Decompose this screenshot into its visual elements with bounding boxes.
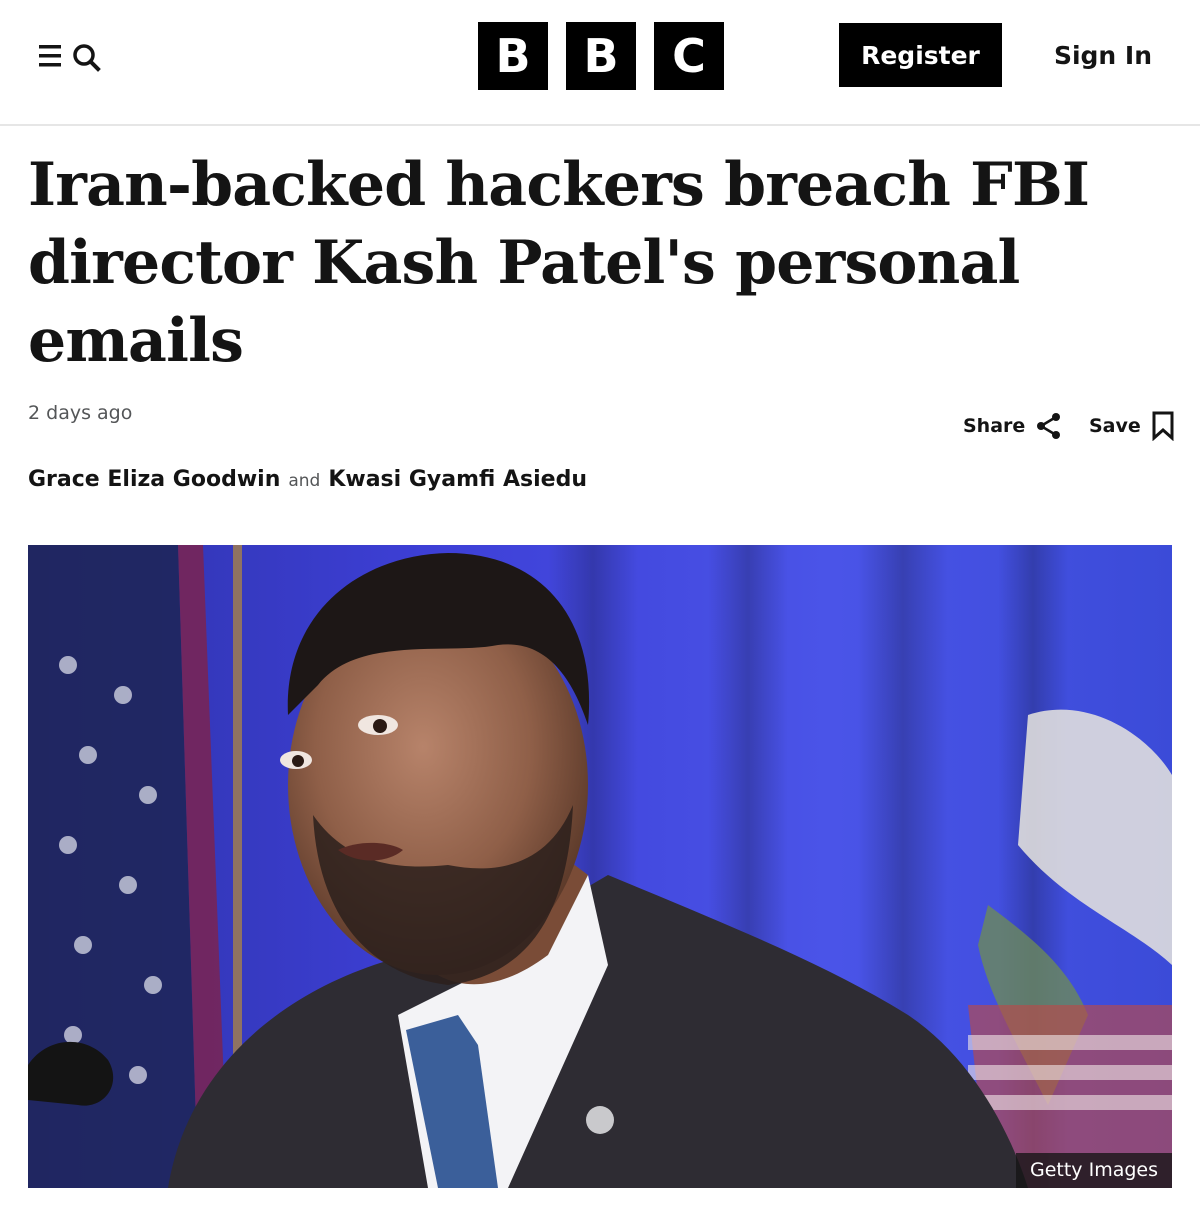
author-name[interactable]: Grace Eliza Goodwin xyxy=(28,467,280,492)
logo-letter: B xyxy=(566,22,636,90)
author-joiner: and xyxy=(288,471,321,491)
article-timestamp: 2 days ago xyxy=(28,402,133,424)
article-photo: Getty Images xyxy=(28,545,1172,1188)
sign-in-link[interactable]: Sign In xyxy=(1040,23,1166,87)
author-name[interactable]: Kwasi Gyamfi Asiedu xyxy=(328,467,587,492)
article-headline: Iran-backed hackers breach FBI director … xyxy=(28,150,1090,376)
photo-illustration xyxy=(28,545,1172,1188)
bookmark-icon xyxy=(1152,411,1174,441)
share-icon xyxy=(1037,413,1061,439)
save-button[interactable]: Save xyxy=(1089,408,1175,444)
share-label: Share xyxy=(963,415,1026,437)
image-credit: Getty Images xyxy=(1016,1153,1172,1188)
logo-letter: C xyxy=(654,22,724,90)
menu-search-icon xyxy=(39,44,101,72)
register-button[interactable]: Register xyxy=(839,23,1002,87)
menu-search-button[interactable] xyxy=(36,38,108,76)
logo-letter: B xyxy=(478,22,548,90)
save-label: Save xyxy=(1089,415,1141,437)
site-header: B B C Register Sign In xyxy=(0,0,1200,126)
bbc-logo[interactable]: B B C xyxy=(478,22,724,90)
byline: Grace Eliza Goodwin and Kwasi Gyamfi Asi… xyxy=(28,467,587,492)
share-button[interactable]: Share xyxy=(963,408,1063,444)
